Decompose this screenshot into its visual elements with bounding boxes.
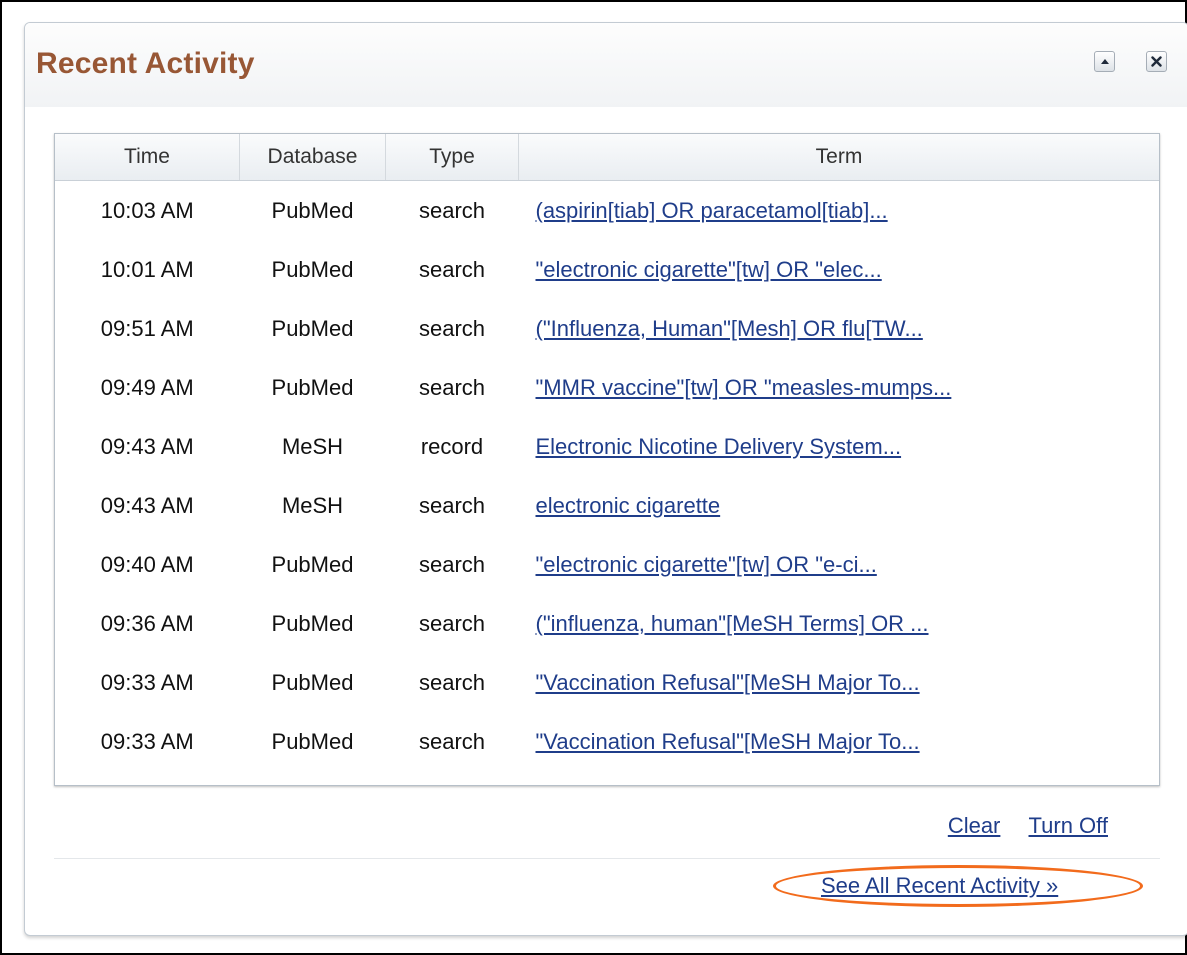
cell-database: MeSH	[281, 492, 344, 518]
table-row: 09:33 AM PubMed search "Vaccination Refu…	[55, 653, 1159, 712]
cell-database: PubMed	[271, 197, 354, 223]
cell-database: PubMed	[271, 374, 354, 400]
collapse-button[interactable]	[1094, 51, 1115, 72]
cell-type: search	[418, 610, 486, 636]
cell-database: PubMed	[271, 256, 354, 282]
cell-time: 09:49 AM	[100, 374, 194, 400]
see-all-recent-activity-link[interactable]: See All Recent Activity »	[821, 873, 1058, 899]
cell-time: 09:43 AM	[100, 433, 194, 459]
cell-time: 09:36 AM	[100, 610, 194, 636]
close-button[interactable]	[1146, 51, 1167, 72]
cell-database: PubMed	[271, 315, 354, 341]
cell-database: PubMed	[271, 551, 354, 577]
table-row: 09:51 AM PubMed search ("Influenza, Huma…	[55, 299, 1159, 358]
column-header-database: Database	[239, 134, 386, 181]
turn-off-link[interactable]: Turn Off	[1029, 813, 1108, 838]
cell-type: search	[418, 197, 486, 223]
activity-actions: Clear Turn Off	[25, 813, 1108, 839]
column-header-time: Time	[55, 134, 240, 181]
collapse-up-icon	[1100, 59, 1109, 64]
cell-database: MeSH	[281, 433, 344, 459]
term-link[interactable]: "electronic cigarette"[tw] OR "elec...	[536, 257, 882, 282]
cell-type: search	[418, 492, 486, 518]
cell-time: 09:40 AM	[100, 551, 194, 577]
table-row: 09:40 AM PubMed search "electronic cigar…	[55, 535, 1159, 594]
screenshot-frame: Recent Activity Time Database Type Term …	[0, 0, 1187, 955]
cell-time: 09:51 AM	[100, 315, 194, 341]
term-link[interactable]: (aspirin[tiab] OR paracetamol[tiab]...	[536, 198, 888, 223]
term-link[interactable]: "Vaccination Refusal"[MeSH Major To...	[536, 670, 920, 695]
panel-header: Recent Activity	[25, 23, 1187, 107]
cell-database: PubMed	[271, 728, 354, 754]
table-row: 10:03 AM PubMed search (aspirin[tiab] OR…	[55, 181, 1159, 241]
cell-time: 09:33 AM	[100, 669, 194, 695]
cell-type: search	[418, 374, 486, 400]
table-row: 10:01 AM PubMed search "electronic cigar…	[55, 240, 1159, 299]
term-link[interactable]: "MMR vaccine"[tw] OR "measles-mumps...	[536, 375, 952, 400]
table-row: 09:43 AM MeSH record Electronic Nicotine…	[55, 417, 1159, 476]
term-link[interactable]: Electronic Nicotine Delivery System...	[536, 434, 902, 459]
cell-type: record	[420, 433, 484, 459]
footer-divider	[54, 858, 1160, 859]
term-link[interactable]: "electronic cigarette"[tw] OR "e-ci...	[536, 552, 877, 577]
cell-type: search	[418, 669, 486, 695]
term-link[interactable]: ("Influenza, Human"[Mesh] OR flu[TW...	[536, 316, 923, 341]
cell-time: 10:03 AM	[100, 197, 194, 223]
recent-activity-table: Time Database Type Term 10:03 AM PubMed …	[54, 133, 1160, 786]
recent-activity-panel: Recent Activity Time Database Type Term …	[24, 22, 1187, 936]
clear-link[interactable]: Clear	[948, 813, 1001, 838]
cell-database: PubMed	[271, 610, 354, 636]
cell-type: search	[418, 315, 486, 341]
table-row: 09:33 AM PubMed search "Vaccination Refu…	[55, 712, 1159, 771]
cell-database: PubMed	[271, 669, 354, 695]
table-row: 09:43 AM MeSH search electronic cigarett…	[55, 476, 1159, 535]
cell-time: 10:01 AM	[100, 256, 194, 282]
cell-type: search	[418, 256, 486, 282]
cell-type: search	[418, 551, 486, 577]
close-icon	[1151, 56, 1162, 67]
column-header-type: Type	[385, 134, 519, 181]
table-row: 09:49 AM PubMed search "MMR vaccine"[tw]…	[55, 358, 1159, 417]
table-row: 09:36 AM PubMed search ("influenza, huma…	[55, 594, 1159, 653]
cell-time: 09:33 AM	[100, 728, 194, 754]
term-link[interactable]: electronic cigarette	[536, 493, 721, 518]
cell-type: search	[418, 728, 486, 754]
column-header-term: Term	[518, 134, 1159, 181]
term-link[interactable]: ("influenza, human"[MeSH Terms] OR ...	[536, 611, 929, 636]
term-link[interactable]: "Vaccination Refusal"[MeSH Major To...	[536, 729, 920, 754]
panel-title: Recent Activity	[36, 47, 255, 80]
table-header-row: Time Database Type Term	[55, 134, 1159, 181]
cell-time: 09:43 AM	[100, 492, 194, 518]
